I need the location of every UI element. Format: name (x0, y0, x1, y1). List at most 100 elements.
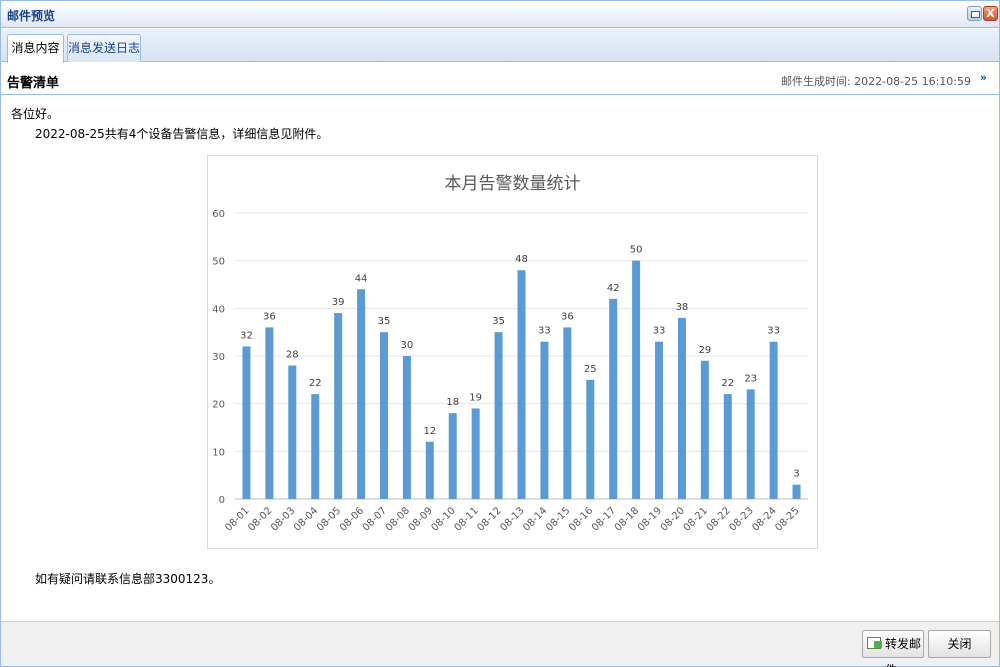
data-label: 18 (446, 397, 459, 408)
bar (334, 313, 343, 499)
data-label: 48 (515, 254, 528, 265)
x-tick-label: 08-10 (430, 505, 458, 533)
x-tick-label: 08-04 (292, 505, 320, 533)
data-label: 39 (332, 297, 345, 308)
generated-time: 邮件生成时间: 2022-08-25 16:10:59 (780, 75, 971, 88)
tab-strip: 消息内容 消息发送日志 (1, 29, 999, 63)
x-tick-label: 08-23 (727, 505, 755, 533)
x-tick-label: 08-16 (567, 505, 595, 533)
bar (746, 389, 755, 499)
bar (540, 341, 549, 499)
close-icon[interactable]: X (983, 6, 998, 21)
x-tick-label: 08-14 (521, 505, 549, 533)
message-body: 各位好。 2022-08-25共有4个设备告警信息，详细信息见附件。 (11, 104, 328, 144)
tab-message-content[interactable]: 消息内容 (7, 34, 64, 63)
data-label: 32 (240, 330, 253, 341)
bar (425, 441, 434, 499)
x-tick-label: 08-22 (705, 505, 733, 533)
x-tick-label: 08-01 (223, 505, 251, 533)
data-label: 36 (263, 311, 276, 322)
bar (288, 365, 297, 499)
x-tick-label: 08-03 (269, 505, 297, 533)
data-label: 22 (721, 378, 734, 389)
y-tick-label: 30 (212, 352, 225, 363)
bar (517, 270, 526, 499)
chart-title: 本月告警数量统计 (445, 174, 581, 194)
tab-send-log[interactable]: 消息发送日志 (67, 34, 141, 62)
forward-mail-button[interactable]: 转发邮件 (862, 630, 924, 667)
bar (700, 360, 709, 499)
x-tick-label: 08-25 (773, 505, 801, 533)
x-tick-label: 08-19 (636, 505, 664, 533)
x-tick-label: 08-20 (659, 505, 687, 533)
data-label: 36 (561, 311, 574, 322)
data-label: 44 (355, 273, 368, 284)
y-tick-label: 50 (212, 257, 225, 268)
x-tick-label: 08-11 (452, 505, 480, 533)
bar (677, 317, 686, 499)
y-tick-label: 0 (219, 495, 225, 506)
data-label: 33 (538, 326, 551, 337)
window-titlebar[interactable]: 邮件预览 X (1, 1, 999, 28)
data-label: 33 (653, 326, 666, 337)
section-header: 告警清单 邮件生成时间: 2022-08-25 16:10:59 » (1, 63, 999, 95)
data-label: 30 (401, 340, 414, 351)
y-tick-label: 20 (212, 400, 225, 411)
footer-bar: 转发邮件 关闭 (1, 621, 999, 667)
chart-canvas: 本月告警数量统计 0 10 20 30 40 50 60 32 08-01 36 08-02 28 08-… (212, 174, 808, 534)
data-label: 38 (676, 302, 689, 313)
data-label: 35 (492, 316, 505, 327)
x-tick-label: 08-02 (246, 505, 274, 533)
contact-text: 如有疑问请联系信息部3300123。 (35, 572, 221, 586)
section-title: 告警清单 (7, 76, 60, 91)
bar (632, 260, 641, 499)
bar (563, 327, 572, 499)
data-label: 25 (584, 364, 597, 375)
data-label: 3 (793, 469, 799, 480)
alert-count-chart: 本月告警数量统计 0 10 20 30 40 50 60 32 08-01 36 08-02 28 08-… (207, 155, 818, 549)
bar (609, 298, 618, 499)
x-tick-label: 08-18 (613, 505, 641, 533)
x-tick-label: 08-07 (361, 505, 389, 533)
collapse-icon[interactable]: » (980, 71, 987, 84)
bar (242, 346, 251, 499)
data-label: 50 (630, 245, 643, 256)
window-title: 邮件预览 (7, 9, 56, 23)
minimize-icon[interactable] (967, 6, 982, 21)
x-tick-label: 08-12 (475, 505, 503, 533)
data-label: 29 (698, 345, 711, 356)
data-label: 22 (309, 378, 322, 389)
data-label: 23 (744, 373, 757, 384)
bar (586, 379, 595, 499)
close-button[interactable]: 关闭 (928, 630, 991, 658)
bar (769, 341, 778, 499)
x-tick-label: 08-08 (384, 505, 412, 533)
data-label: 42 (607, 283, 620, 294)
y-tick-label: 60 (212, 209, 225, 220)
x-tick-label: 08-24 (750, 505, 778, 533)
x-tick-label: 08-05 (315, 505, 343, 533)
bar (311, 394, 320, 499)
mail-preview-window: 邮件预览 X 消息内容 消息发送日志 告警清单 邮件生成时间: 2022-08-… (0, 0, 1000, 667)
x-tick-label: 08-17 (590, 505, 618, 533)
greeting-text: 各位好。 (11, 107, 60, 121)
alert-summary-text: 2022-08-25共有4个设备告警信息，详细信息见附件。 (35, 127, 329, 141)
data-label: 33 (767, 326, 780, 337)
y-tick-label: 10 (212, 447, 225, 458)
bar (448, 413, 457, 499)
bar (402, 356, 411, 499)
bar (723, 394, 732, 499)
data-label: 35 (378, 316, 391, 327)
x-tick-label: 08-15 (544, 505, 572, 533)
x-tick-label: 08-06 (338, 505, 366, 533)
bar (379, 332, 388, 499)
data-label: 19 (469, 392, 482, 403)
y-tick-label: 40 (212, 304, 225, 315)
bar (494, 332, 503, 499)
data-label: 12 (423, 426, 436, 437)
bar (471, 408, 480, 499)
bar (792, 484, 801, 499)
x-tick-label: 08-13 (498, 505, 526, 533)
bar (655, 341, 664, 499)
data-label: 28 (286, 350, 299, 361)
